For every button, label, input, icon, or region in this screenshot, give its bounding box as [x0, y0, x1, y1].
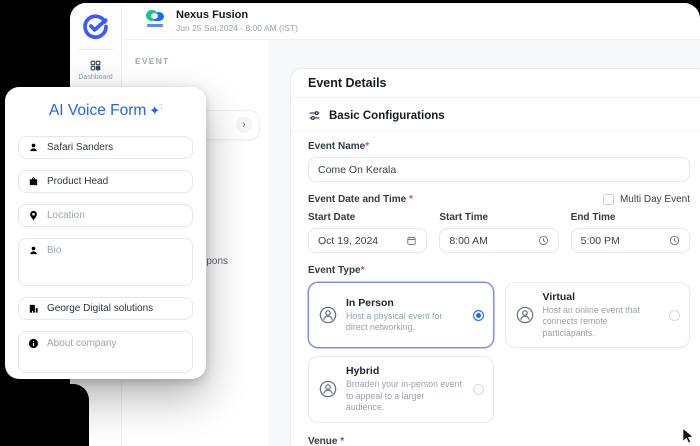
card-title: Event Details	[291, 69, 700, 98]
end-time-input[interactable]: 5:00 PM	[570, 228, 690, 253]
sparkle-icon: ✦	[149, 103, 161, 118]
option-title: In Person	[346, 296, 394, 309]
event-date-time-label: Event Date and Time *	[308, 194, 413, 205]
option-description: Host a physical event for direct network…	[346, 310, 443, 333]
event-type-option-in-person[interactable]: In Person Host a physical event for dire…	[308, 282, 494, 349]
map-pin-icon	[28, 210, 39, 221]
briefcase-icon	[28, 176, 39, 187]
radio-icon[interactable]	[472, 383, 484, 395]
voice-field-location[interactable]: Location	[18, 204, 193, 227]
app-check-logo-icon	[82, 13, 109, 40]
multi-day-event-checkbox[interactable]: Multi Day Event	[602, 194, 690, 205]
event-type-option-virtual[interactable]: Virtual Host an online event that connec…	[504, 282, 690, 349]
app-date-subtitle: Jun 25 Sat,2024 - 8:00 AM (IST)	[176, 23, 298, 34]
option-description: Host an online event that connects remot…	[542, 305, 640, 338]
main-content: Event Details Basic Configurations Event…	[270, 40, 700, 446]
voice-field-about-company[interactable]: About company	[18, 331, 193, 373]
multi-day-label: Multi Day Event	[619, 194, 690, 205]
start-time-input[interactable]: 8:00 AM	[439, 228, 559, 253]
person-circle-icon	[318, 379, 338, 399]
option-description: Broaden your in-person event to appeal t…	[346, 379, 462, 413]
nexus-fusion-logo-icon	[143, 9, 167, 33]
dashboard-label: Dashboard	[78, 74, 113, 81]
sparkle-dots-icon: ∶	[160, 103, 163, 111]
info-icon	[28, 338, 39, 349]
option-title: Hybrid	[346, 365, 380, 378]
start-date-input[interactable]: Oct 19, 2024	[308, 228, 428, 253]
start-time-label: Start Time	[439, 212, 489, 223]
background-corner	[70, 384, 89, 446]
required-asterisk: *	[340, 435, 345, 446]
section-title: Basic Configurations	[329, 109, 445, 122]
radio-icon[interactable]	[669, 309, 680, 321]
event-name-input[interactable]: Come On Kerala	[308, 157, 690, 182]
sliders-icon	[308, 109, 321, 122]
voice-field-role[interactable]: Product Head	[18, 170, 193, 193]
user-icon	[28, 245, 39, 256]
app-title: Nexus Fusion	[176, 8, 249, 21]
venue-label: Venue *	[308, 435, 345, 446]
required-asterisk: *	[360, 265, 365, 276]
ai-voice-form-modal: AI Voice Form ✦∶ Safari Sanders Product H…	[5, 87, 206, 379]
event-type-label: Event Type*	[308, 265, 365, 276]
radio-selected-icon[interactable]	[472, 309, 484, 321]
user-icon	[28, 142, 39, 153]
end-time-label: End Time	[570, 212, 616, 223]
option-title: Virtual	[542, 291, 575, 303]
event-details-card: Event Details Basic Configurations Event…	[290, 68, 700, 446]
clock-icon[interactable]	[669, 235, 680, 246]
sidebar-item-dashboard[interactable]: Dashboard	[70, 59, 121, 81]
sidebar-section-label: EVENT	[135, 56, 170, 66]
building-icon	[28, 303, 39, 314]
checkbox-box[interactable]	[602, 194, 614, 205]
basic-configurations-header: Basic Configurations	[291, 98, 700, 132]
event-name-label: Event Name*	[308, 141, 370, 152]
event-type-option-hybrid[interactable]: Hybrid Broaden your in-person event to a…	[308, 356, 494, 423]
person-circle-icon	[515, 305, 535, 325]
voice-field-bio[interactable]: Bio	[18, 238, 193, 286]
modal-title: AI Voice Form ✦∶	[48, 102, 163, 119]
rail-divider	[78, 49, 113, 50]
person-circle-icon	[318, 305, 338, 325]
event-form: Event Name* Come On Kerala Event Date an…	[291, 132, 700, 446]
required-asterisk: *	[408, 194, 413, 205]
dashboard-grid-icon	[89, 59, 102, 72]
top-header: Nexus Fusion Jun 25 Sat,2024 - 8:00 AM (…	[122, 3, 700, 40]
voice-field-company[interactable]: George Digital solutions	[18, 297, 193, 320]
calendar-icon[interactable]	[406, 235, 417, 246]
chevron-right-icon[interactable]: ›	[236, 117, 252, 133]
required-asterisk: *	[365, 141, 370, 152]
start-date-label: Start Date	[308, 212, 356, 223]
clock-icon[interactable]	[538, 235, 549, 246]
voice-field-name[interactable]: Safari Sanders	[18, 136, 193, 159]
